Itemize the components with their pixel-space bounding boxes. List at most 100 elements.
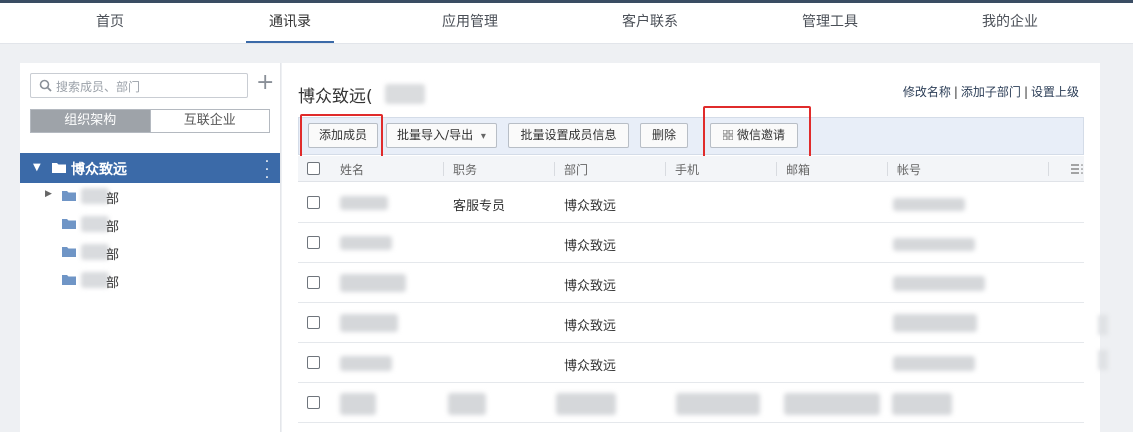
redacted-text [81,272,109,288]
column-department[interactable]: 部门 [564,161,588,178]
tree-child-department[interactable]: 部 [20,239,280,265]
cell-department: 博众致远 [564,199,617,214]
batch-set-member-info-button[interactable]: 批量设置成员信息 [508,123,629,148]
batch-import-export-button[interactable]: 批量导入/导出 ▾ [386,123,497,148]
redacted-name [340,274,406,292]
nav-contacts[interactable]: 通讯录 [246,3,334,43]
row-checkbox[interactable] [307,236,320,249]
table-row[interactable]: 博众致远 [298,343,1084,383]
cell-position: 客服专员 [453,199,506,214]
table-row[interactable]: 博众致远 [298,223,1084,263]
caret-down-icon[interactable]: ▼ [33,162,41,173]
column-name[interactable]: 姓名 [340,161,364,178]
department-actions: 修改名称 | 添加子部门 | 设置上级 [903,83,1079,100]
add-member-button[interactable]: 添加成员 [308,123,378,148]
wechat-invite-label: 微信邀请 [736,128,785,142]
redacted-position [448,393,486,415]
tree-child-department[interactable]: 部 [20,267,280,293]
redacted-text [385,84,425,104]
redacted-name [340,236,392,250]
nav-app-management[interactable]: 应用管理 [430,3,510,43]
column-phone[interactable]: 手机 [675,161,699,178]
batch-import-label: 批量导入/导出 [397,128,474,142]
tree-child-department[interactable]: ▶ 部 [20,183,280,209]
folder-icon [62,275,76,285]
add-icon[interactable]: + [256,72,274,95]
wechat-invite-button[interactable]: 微信邀请 [710,123,798,148]
member-panel: 博众致远( 修改名称 | 添加子部门 | 设置上级 添加成员 批量导入/导出 ▾ 批量设… [282,63,1100,432]
chevron-down-icon: ▾ [480,131,486,142]
redacted-account [893,198,965,211]
nav-admin-tools[interactable]: 管理工具 [790,3,870,43]
redacted-department [556,393,616,415]
tab-org-structure[interactable]: 组织架构 [31,110,150,132]
redacted-phone [676,393,760,415]
qr-code-icon [722,130,733,140]
rename-link[interactable]: 修改名称 [903,85,951,99]
column-account[interactable]: 帐号 [897,161,921,178]
redacted-account [893,238,975,251]
cell-department: 博众致远 [564,239,617,254]
redacted-text [1098,315,1108,335]
column-settings-icon[interactable] [1071,163,1083,175]
redacted-name [340,356,392,371]
cell-department: 博众致远 [564,319,617,334]
org-sidebar: 搜索成员、部门 + 组织架构 互联企业 ▼ 博众致远 · · · ▶ 部 部 部 部 [20,63,281,432]
row-checkbox[interactable] [307,316,320,329]
row-checkbox[interactable] [307,196,320,209]
redacted-text [81,244,109,260]
row-checkbox[interactable] [307,276,320,289]
table-row[interactable] [298,383,1084,423]
cell-department: 博众致远 [564,359,617,374]
row-checkbox[interactable] [307,356,320,369]
redacted-name [340,393,376,415]
table-row[interactable]: 客服专员 博众致远 [298,183,1084,223]
delete-button[interactable]: 删除 [640,123,688,148]
search-placeholder: 搜索成员、部门 [56,80,141,94]
cell-department: 博众致远 [564,279,617,294]
nav-customer-contact[interactable]: 客户联系 [610,3,690,43]
redacted-account [893,356,975,371]
row-checkbox[interactable] [307,396,320,409]
column-divider [443,162,444,176]
redacted-account [892,393,952,415]
folder-icon [62,247,76,257]
redacted-account [893,276,985,291]
column-email[interactable]: 邮箱 [786,161,810,178]
column-divider [776,162,777,176]
tree-root-label: 博众致远 [71,162,127,178]
member-search-input[interactable]: 搜索成员、部门 [30,73,248,98]
redacted-email [784,393,880,415]
table-row[interactable]: 博众致远 [298,263,1084,303]
nav-home[interactable]: 首页 [80,3,140,43]
tree-child-label: 部 [106,248,120,263]
set-parent-link[interactable]: 设置上级 [1031,85,1079,99]
column-divider [887,162,888,176]
tab-linked-enterprises[interactable]: 互联企业 [149,110,269,132]
select-all-checkbox[interactable] [307,162,320,175]
top-nav: 首页 通讯录 应用管理 客户联系 管理工具 我的企业 [0,0,1133,44]
folder-icon [62,191,76,201]
divider: | [1023,85,1028,99]
table-header: 姓名 职务 部门 手机 邮箱 帐号 [298,156,1084,182]
redacted-text [81,216,109,232]
caret-right-icon[interactable]: ▶ [45,189,52,199]
table-row[interactable]: 博众致远 [298,303,1084,343]
tree-root-department[interactable]: ▼ 博众致远 · · · [20,153,280,185]
tree-child-label: 部 [106,220,120,235]
sidebar-tab-switch: 组织架构 互联企业 [30,109,270,133]
tree-child-department[interactable]: 部 [20,211,280,237]
nav-my-enterprise[interactable]: 我的企业 [970,3,1050,43]
redacted-name [340,314,398,332]
more-options-icon[interactable]: · · · [263,155,271,185]
redacted-account [893,314,977,332]
column-divider [665,162,666,176]
tree-child-label: 部 [106,276,120,291]
add-subdepartment-link[interactable]: 添加子部门 [961,85,1021,99]
redacted-text [81,188,109,204]
column-position[interactable]: 职务 [453,161,477,178]
page-title: 博众致远( [298,87,373,107]
folder-icon [62,219,76,229]
tree-child-label: 部 [106,192,120,207]
column-divider [1048,162,1049,176]
